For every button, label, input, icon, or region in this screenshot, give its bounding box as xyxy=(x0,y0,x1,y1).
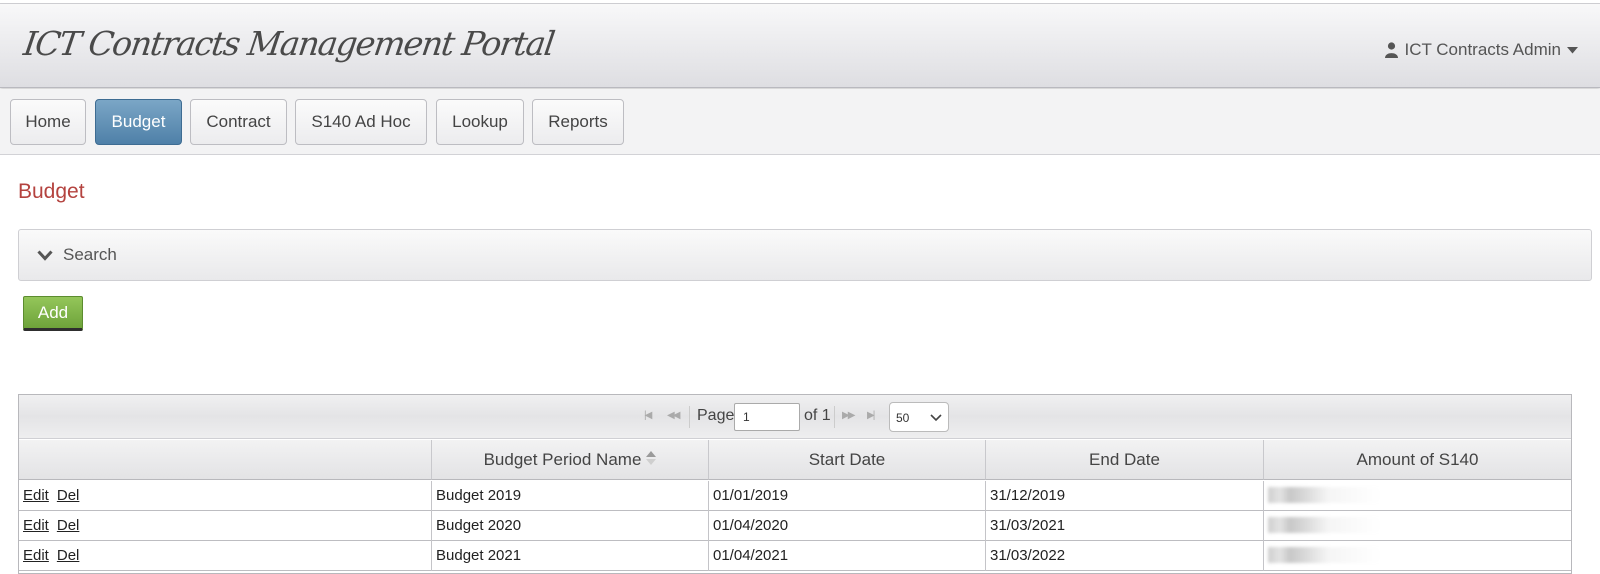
redacted-value xyxy=(1268,547,1380,563)
nav-s140-ad-hoc[interactable]: S140 Ad Hoc xyxy=(295,99,427,145)
sort-icon[interactable] xyxy=(646,450,657,470)
edit-link[interactable]: Edit xyxy=(23,517,49,534)
column-header-amount-s140[interactable]: Amount of S140 xyxy=(1264,440,1571,480)
page-label: Page xyxy=(697,407,735,424)
cell-amount-s140 xyxy=(1264,481,1571,511)
delete-link[interactable]: Del xyxy=(57,517,80,534)
redacted-value xyxy=(1268,487,1380,503)
column-header-end-date[interactable]: End Date xyxy=(986,440,1264,480)
user-name: ICT Contracts Admin xyxy=(1404,40,1561,59)
table-row: Edit Del Budget 2021 01/04/2021 31/03/202… xyxy=(19,541,1571,571)
column-header-actions xyxy=(19,440,432,480)
first-page-icon[interactable]: |◀ xyxy=(644,410,652,421)
cell-end-date: 31/03/2021 xyxy=(986,511,1264,541)
page-number-input[interactable]: 1 xyxy=(734,403,800,431)
chevron-down-icon xyxy=(19,249,63,261)
cell-start-date: 01/04/2020 xyxy=(709,511,986,541)
delete-link[interactable]: Del xyxy=(57,487,80,504)
nav-reports[interactable]: Reports xyxy=(532,99,624,145)
page-size-value: 50 xyxy=(896,411,910,425)
pager: |◀ ◀◀ Page 1 of 1 ▶▶ ▶| 50 xyxy=(19,395,1571,439)
main-nav: Home Budget Contract S140 Ad Hoc Lookup … xyxy=(0,89,1600,155)
delete-link[interactable]: Del xyxy=(57,547,80,564)
edit-link[interactable]: Edit xyxy=(23,487,49,504)
nav-lookup[interactable]: Lookup xyxy=(436,99,524,145)
cell-budget-period-name: Budget 2020 xyxy=(432,511,709,541)
prev-page-icon[interactable]: ◀◀ xyxy=(667,410,680,421)
user-menu[interactable]: ICT Contracts Admin xyxy=(1385,40,1578,60)
cell-amount-s140 xyxy=(1264,541,1571,571)
redacted-value xyxy=(1268,517,1380,533)
search-panel-toggle[interactable]: Search xyxy=(18,229,1592,281)
next-page-icon[interactable]: ▶▶ xyxy=(842,410,855,421)
caret-down-icon xyxy=(1567,46,1578,54)
cell-amount-s140 xyxy=(1264,511,1571,541)
nav-contract[interactable]: Contract xyxy=(190,99,287,145)
nav-budget[interactable]: Budget xyxy=(95,99,182,145)
column-header-label: Budget Period Name xyxy=(483,449,642,469)
row-actions: Edit Del xyxy=(19,511,432,541)
pager-separator xyxy=(834,406,835,428)
page-size-select[interactable]: 50 xyxy=(889,402,949,432)
cell-budget-period-name: Budget 2021 xyxy=(432,541,709,571)
last-page-icon[interactable]: ▶| xyxy=(867,410,875,421)
column-header-budget-period-name[interactable]: Budget Period Name xyxy=(432,440,709,480)
table-row: Edit Del Budget 2019 01/01/2019 31/12/201… xyxy=(19,481,1571,511)
nav-home[interactable]: Home xyxy=(10,99,86,145)
user-icon xyxy=(1385,42,1399,58)
select-chevron-icon xyxy=(930,414,942,422)
edit-link[interactable]: Edit xyxy=(23,547,49,564)
brand-logo[interactable]: ICT Contracts Management Portal xyxy=(21,24,556,63)
add-button[interactable]: Add xyxy=(23,296,83,331)
column-header-start-date[interactable]: Start Date xyxy=(709,440,986,480)
search-label: Search xyxy=(63,245,117,264)
row-actions: Edit Del xyxy=(19,541,432,571)
row-actions: Edit Del xyxy=(19,481,432,511)
pager-separator xyxy=(689,406,690,428)
app-header: ICT Contracts Management Portal ICT Cont… xyxy=(0,4,1600,88)
page-title: Budget xyxy=(18,180,85,203)
cell-end-date: 31/03/2022 xyxy=(986,541,1264,571)
cell-budget-period-name: Budget 2019 xyxy=(432,481,709,511)
cell-start-date: 01/01/2019 xyxy=(709,481,986,511)
table-row: Edit Del Budget 2020 01/04/2020 31/03/202… xyxy=(19,511,1571,541)
cell-start-date: 01/04/2021 xyxy=(709,541,986,571)
cell-end-date: 31/12/2019 xyxy=(986,481,1264,511)
page-count-label: of 1 xyxy=(804,407,831,424)
budget-grid: |◀ ◀◀ Page 1 of 1 ▶▶ ▶| 50 Budget Period… xyxy=(18,394,1572,574)
